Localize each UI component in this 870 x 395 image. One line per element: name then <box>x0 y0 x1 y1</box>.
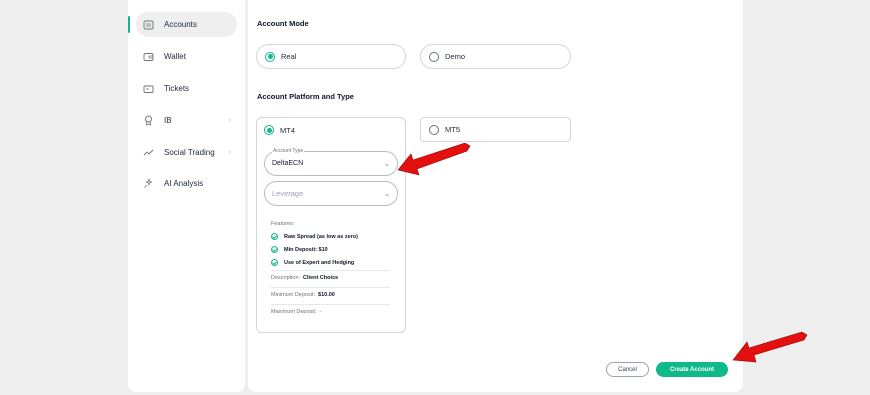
account-type-value: DeltaECN <box>272 160 304 167</box>
maximum-deposit-value: - <box>319 309 322 315</box>
feature-text: Min Deposit: $10 <box>284 246 328 253</box>
divider <box>271 287 390 288</box>
mt4-card: MT4 Account Type DeltaECN ⌄ Leverage ⌄ F… <box>256 117 406 333</box>
active-indicator <box>128 16 130 33</box>
platform-title: Account Platform and Type <box>257 92 354 101</box>
radio-unselected-icon <box>429 124 439 135</box>
chevron-down-icon: ⌄ <box>384 160 390 168</box>
annotation-arrow-icon <box>732 332 808 363</box>
ticket-icon <box>137 84 159 94</box>
sidebar: Accounts Wallet Tickets IB › Social Trad… <box>128 0 245 392</box>
divider <box>271 304 390 305</box>
sparkle-icon <box>137 178 159 189</box>
description-row: Description: Client Choice <box>271 275 338 281</box>
sidebar-item-social-trading[interactable]: Social Trading › <box>136 140 237 165</box>
sidebar-item-ib[interactable]: IB › <box>136 108 237 133</box>
features-title: Features: <box>271 221 295 227</box>
option-label: MT4 <box>280 125 295 135</box>
platform-mt4-option[interactable]: MT4 <box>257 123 295 137</box>
description-value: Client Choice <box>303 275 339 281</box>
trend-icon <box>137 148 159 158</box>
leverage-placeholder: Leverage <box>272 189 304 198</box>
feature-item: Use of Expert and Hedging <box>271 258 354 267</box>
sidebar-item-label: Tickets <box>164 84 190 93</box>
account-type-label: Account Type <box>272 148 305 155</box>
sidebar-item-ai-analysis[interactable]: AI Analysis <box>136 171 237 196</box>
feature-text: Use of Expert and Hedging <box>284 259 355 266</box>
sidebar-item-wallet[interactable]: Wallet <box>136 44 237 69</box>
minimum-deposit-value: $10.00 <box>318 292 335 298</box>
description-label: Description: <box>271 275 301 281</box>
maximum-deposit-row: Maximum Deposit: - <box>271 309 321 315</box>
minimum-deposit-row: Minimum Deposit: $10.00 <box>271 292 335 298</box>
platform-mt5-option[interactable]: MT5 <box>420 117 571 142</box>
account-mode-title: Account Mode <box>257 19 309 28</box>
sidebar-item-accounts[interactable]: Accounts <box>136 12 237 37</box>
maximum-deposit-label: Maximum Deposit: <box>271 309 317 315</box>
sidebar-item-label: Social Trading <box>164 148 215 157</box>
option-label: Demo <box>445 52 466 61</box>
sidebar-item-label: Accounts <box>164 20 197 29</box>
cancel-button[interactable]: Cancel <box>606 362 649 377</box>
leverage-select[interactable]: Leverage ⌄ <box>264 181 398 206</box>
annotation-arrow-icon <box>397 143 471 176</box>
mode-real-option[interactable]: Real <box>256 44 406 69</box>
radio-selected-icon <box>265 51 275 62</box>
feature-text: Raw Spread (as low as zero) <box>284 233 358 240</box>
radio-selected-icon <box>264 125 274 135</box>
chevron-down-icon: ⌄ <box>384 190 390 198</box>
radio-unselected-icon <box>429 51 439 62</box>
chevron-right-icon: › <box>228 149 232 156</box>
check-circle-icon <box>271 246 278 253</box>
divider <box>271 270 390 271</box>
sidebar-item-label: Wallet <box>164 52 186 61</box>
award-icon <box>137 115 159 126</box>
wallet-icon <box>137 52 159 62</box>
sidebar-item-label: IB <box>164 116 172 125</box>
option-label: Real <box>281 52 297 61</box>
minimum-deposit-label: Minimum Deposit: <box>271 292 316 298</box>
account-type-select[interactable]: Account Type DeltaECN ⌄ <box>264 148 398 176</box>
mode-demo-option[interactable]: Demo <box>420 44 571 69</box>
feature-item: Min Deposit: $10 <box>271 245 328 254</box>
sidebar-item-tickets[interactable]: Tickets <box>136 76 237 101</box>
create-account-button[interactable]: Create Account <box>656 362 728 377</box>
main-panel: Account Mode Real Demo Account Platform … <box>248 0 743 392</box>
accounts-icon <box>137 20 159 30</box>
chevron-right-icon: › <box>228 117 232 124</box>
sidebar-item-label: AI Analysis <box>164 179 204 188</box>
check-circle-icon <box>271 233 278 240</box>
check-circle-icon <box>271 259 278 266</box>
feature-item: Raw Spread (as low as zero) <box>271 232 358 241</box>
option-label: MT5 <box>445 125 460 134</box>
